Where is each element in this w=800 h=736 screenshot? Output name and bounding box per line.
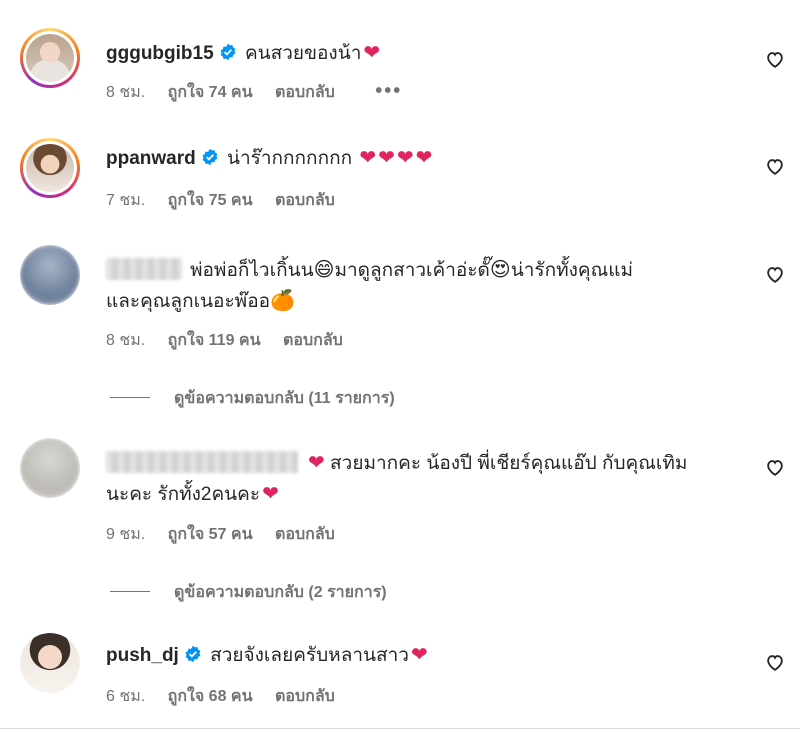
verified-badge-icon <box>202 148 218 166</box>
reply-button[interactable]: ตอบกลับ <box>275 84 335 101</box>
comment-text-part: มาดูลูกสาวเค้าอ่ะดั๊ <box>334 260 490 281</box>
avatar[interactable] <box>20 438 80 498</box>
like-heart-icon[interactable] <box>764 263 786 285</box>
comment-time: 8 ชม. <box>106 332 146 349</box>
like-heart-icon[interactable] <box>764 651 786 673</box>
divider-line <box>110 591 150 592</box>
comment-username[interactable]: ppanward <box>106 148 196 169</box>
comment-username[interactable]: gggubgib15 <box>106 43 214 64</box>
verified-badge-icon <box>220 43 236 61</box>
view-replies-button[interactable]: ดูข้อความตอบกลับ (11 รายการ) <box>110 386 395 411</box>
red-heart-emoji: ❤ <box>415 147 433 169</box>
more-options-icon[interactable]: ••• <box>375 80 402 102</box>
like-heart-icon[interactable] <box>764 48 786 70</box>
tangerine-emoji: 🍊 <box>270 290 295 312</box>
like-heart-icon[interactable] <box>764 456 786 478</box>
red-heart-emoji: ❤ <box>378 147 395 169</box>
comment-time: 7 ชม. <box>106 192 146 209</box>
red-heart-emoji: ❤ <box>396 147 414 169</box>
comment-time: 6 ชม. <box>106 688 146 705</box>
comment-username[interactable]: push_dj <box>106 645 179 666</box>
view-replies-label: ดูข้อความตอบกลับ (2 รายการ) <box>174 584 387 601</box>
reply-button[interactable]: ตอบกลับ <box>283 332 343 349</box>
comment-time: 9 ชม. <box>106 526 146 543</box>
reply-button[interactable]: ตอบกลับ <box>275 688 335 705</box>
divider-line <box>110 397 150 398</box>
red-heart-emoji: ❤ <box>410 644 428 666</box>
avatar[interactable] <box>20 245 80 305</box>
comment-text: สวยจังเลยครับหลานสาว <box>210 645 409 666</box>
blurred-username <box>106 451 298 473</box>
comment-likes[interactable]: ถูกใจ 68 คน <box>168 688 253 705</box>
reply-button[interactable]: ตอบกลับ <box>275 526 335 543</box>
comment-likes[interactable]: ถูกใจ 119 คน <box>168 332 261 349</box>
comment-likes[interactable]: ถูกใจ 75 คน <box>168 192 253 209</box>
comment-likes[interactable]: ถูกใจ 57 คน <box>168 526 253 543</box>
comment-text: นะคะ รักทั้ง2คนคะ <box>106 484 261 505</box>
avatar[interactable] <box>20 138 80 198</box>
view-replies-label: ดูข้อความตอบกลับ (11 รายการ) <box>174 390 395 407</box>
red-heart-emoji: ❤ <box>262 483 279 505</box>
verified-badge-icon <box>185 645 201 663</box>
view-replies-button[interactable]: ดูข้อความตอบกลับ (2 รายการ) <box>110 580 387 605</box>
like-heart-icon[interactable] <box>764 155 786 177</box>
comment-likes[interactable]: ถูกใจ 74 คน <box>168 84 253 101</box>
comment-text: น่าร๊ากกกกกกก <box>227 148 353 169</box>
red-heart-emoji: ❤ <box>363 42 381 64</box>
reply-button[interactable]: ตอบกลับ <box>275 192 335 209</box>
heart-eyes-emoji: 😍 <box>489 259 511 281</box>
red-heart-emoji: ❤ <box>359 147 377 169</box>
red-heart-emoji: ❤ <box>308 452 325 474</box>
comment-text-part: พ่อพ่อก็ไวเกิ้นน <box>190 260 314 281</box>
blurred-username <box>106 258 182 280</box>
grinning-face-emoji: 😄 <box>313 259 335 281</box>
comment-time: 8 ชม. <box>106 84 146 101</box>
avatar[interactable] <box>20 633 80 693</box>
comment-text: สวยมากคะ น้องปี พี่เชียร์คุณแอ๊ป กับคุณเ… <box>330 453 688 474</box>
avatar[interactable] <box>20 28 80 88</box>
comment-text-part: น่ารักทั้งคุณแม่ <box>510 260 634 281</box>
bottom-border <box>0 728 800 729</box>
comment-text: คนสวยของน้า <box>244 43 362 64</box>
comment-text-part: และคุณลูกเนอะพ๊ออ <box>106 291 271 312</box>
